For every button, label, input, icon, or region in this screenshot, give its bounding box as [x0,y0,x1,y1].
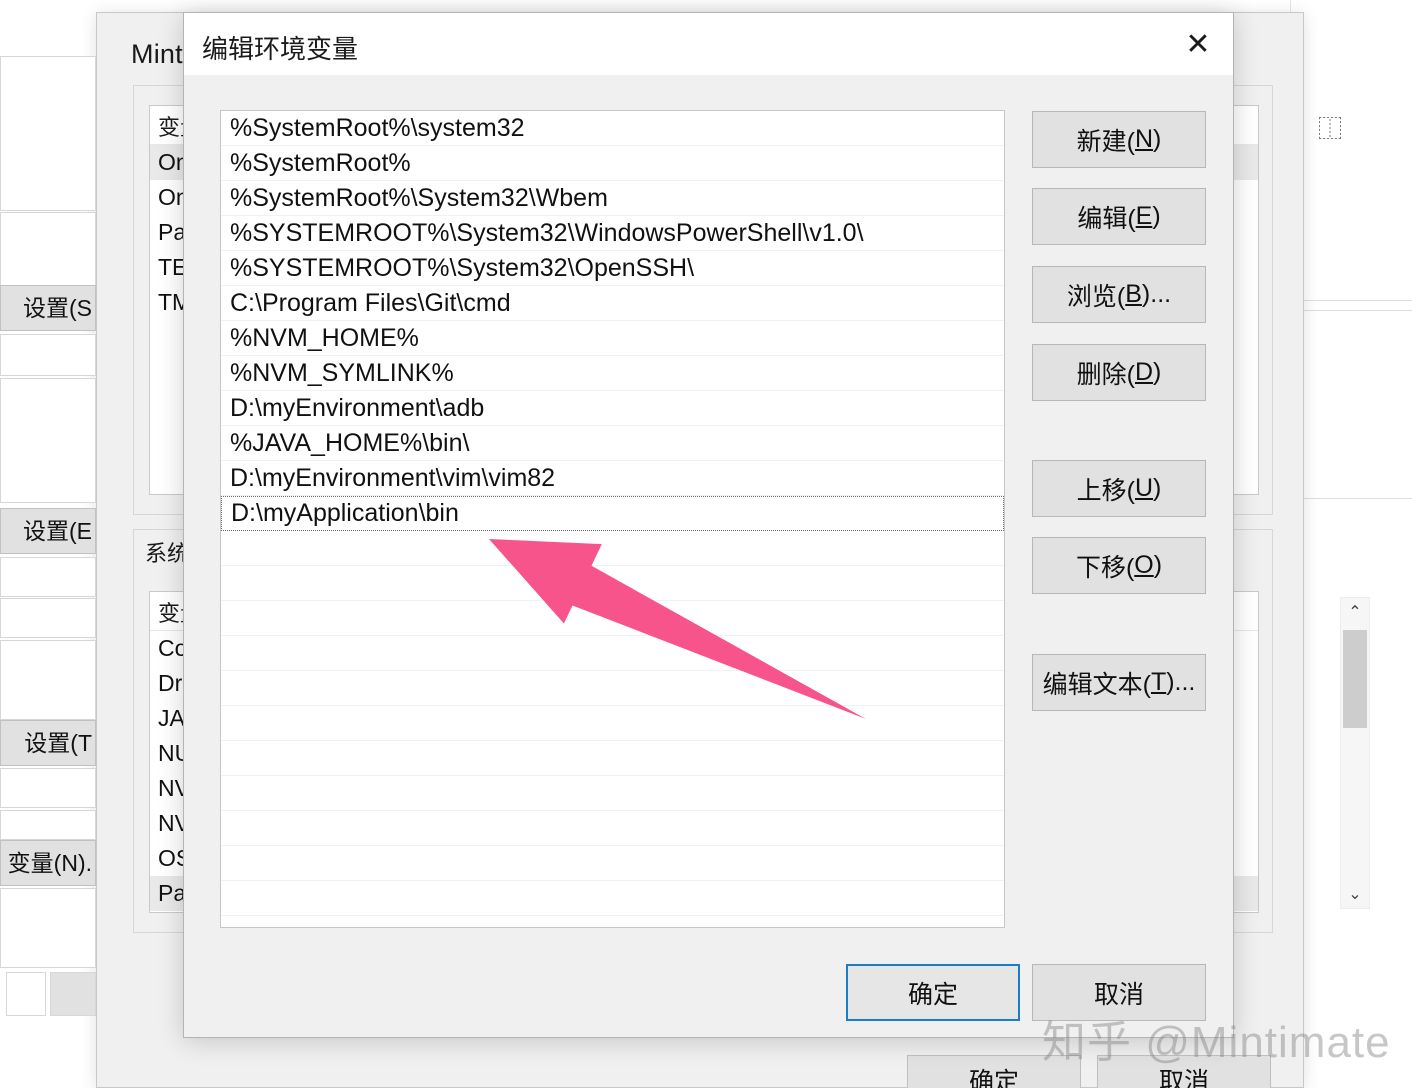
delete-button[interactable]: 删除(D) [1032,344,1206,401]
path-entry-row-empty[interactable] [221,706,1004,741]
screen: ⿰ Minti 变量 On On Pat TEM TM 系统变 变量 Co Dr… [0,0,1412,1088]
left-strip-button-2[interactable]: 设置(E [0,508,96,554]
left-strip-field-5[interactable] [0,557,96,597]
ok-button[interactable]: 确定 [846,964,1020,1021]
path-entry-row[interactable]: D:\myApplication\bin [221,496,1004,531]
path-entry-row[interactable]: D:\myEnvironment\vim\vim82 [221,461,1004,496]
button-label-suffix: ) [1153,125,1162,153]
button-accelerator: T [1150,668,1167,696]
path-entry-row[interactable]: %SystemRoot%\System32\Wbem [221,181,1004,216]
left-strip-field-6[interactable] [0,598,96,638]
path-entry-row[interactable]: C:\Program Files\Git\cmd [221,286,1004,321]
path-entry-row-empty[interactable] [221,846,1004,881]
left-strip-field-3[interactable] [0,334,96,376]
desktop-right-panel [1290,0,1412,1088]
environment-variables-window-title: Minti [131,39,190,69]
button-label-suffix: ) [1153,474,1162,502]
scrollbar-thumb[interactable] [1343,630,1367,728]
button-accelerator: U [1134,474,1154,502]
desktop-divider-1 [1290,300,1412,301]
left-strip-field-1[interactable] [0,56,96,211]
path-entry-row[interactable]: %SYSTEMROOT%\System32\OpenSSH\ [221,251,1004,286]
button-label-suffix: ) [1152,202,1161,230]
edit-text-button[interactable]: 编辑文本(T)... [1032,654,1206,711]
edit-environment-variable-dialog: 编辑环境变量 ✕ %SystemRoot%\system32 %SystemRoo… [183,12,1234,1038]
scroll-up-arrow-icon[interactable]: ⌃ [1341,598,1369,626]
new-button[interactable]: 新建(N) [1032,111,1206,168]
path-entry-row[interactable]: %JAVA_HOME%\bin\ [221,426,1004,461]
left-strip-field-9[interactable] [0,810,96,840]
desktop-divider-3 [1290,498,1412,499]
left-strip-field-12[interactable] [50,972,96,1016]
button-label: 编辑文本( [1042,670,1151,699]
button-label: 删除( [1076,360,1135,389]
button-accelerator: D [1134,358,1154,386]
close-icon[interactable]: ✕ [1163,13,1233,75]
button-label-suffix: )... [1166,668,1196,696]
button-label: 下移( [1075,553,1135,582]
path-entry-row-empty[interactable] [221,531,1004,566]
left-strip-field-10[interactable] [0,888,96,968]
browse-button[interactable]: 浏览(B)... [1032,266,1206,323]
left-strip-button-1[interactable]: 设置(S [0,285,96,331]
button-accelerator: N [1134,125,1154,153]
scroll-down-arrow-icon[interactable]: ⌄ [1341,880,1369,908]
left-strip-button-3[interactable]: 设置(T [0,720,96,766]
move-up-button[interactable]: 上移(U) [1032,460,1206,517]
path-entry-row[interactable]: %NVM_SYMLINK% [221,356,1004,391]
button-label-suffix: ) [1153,358,1162,386]
path-entry-row[interactable]: %SYSTEMROOT%\System32\WindowsPowerShell\… [221,216,1004,251]
desktop-divider-2 [1290,310,1412,311]
button-label: 上移( [1076,476,1135,505]
path-entry-row[interactable]: D:\myEnvironment\adb [221,391,1004,426]
left-strip-button-4[interactable]: 变量(N). [0,840,96,886]
path-entry-row-empty[interactable] [221,566,1004,601]
path-entry-row[interactable]: %NVM_HOME% [221,321,1004,356]
left-strip-field-11[interactable] [6,972,46,1016]
left-strip-field-7[interactable] [0,640,96,720]
path-entry-row-empty[interactable] [221,811,1004,846]
button-label-suffix: )... [1141,280,1172,308]
path-entry-row-empty[interactable] [221,636,1004,671]
desktop-glyph-icon: ⿰ [1318,116,1342,143]
path-entry-row-empty[interactable] [221,741,1004,776]
left-strip-field-4[interactable] [0,378,96,503]
button-label: 编辑( [1077,204,1136,233]
path-entry-row-empty[interactable] [221,601,1004,636]
system-variables-scrollbar[interactable]: ⌃ ⌄ [1340,597,1370,909]
watermark: 知乎 @Mintimate [1042,1018,1391,1067]
button-accelerator: E [1135,202,1153,230]
button-label: 新建( [1076,127,1135,156]
path-entry-row-empty[interactable] [221,671,1004,706]
button-accelerator: O [1134,551,1154,579]
path-entry-row-empty[interactable] [221,776,1004,811]
left-strip-field-8[interactable] [0,768,96,808]
path-entries-list[interactable]: %SystemRoot%\system32 %SystemRoot% %System… [220,110,1005,928]
move-down-button[interactable]: 下移(O) [1032,537,1206,594]
button-accelerator: B [1125,280,1142,308]
edit-button[interactable]: 编辑(E) [1032,188,1206,245]
path-entry-row-empty[interactable] [221,881,1004,916]
button-label: 浏览( [1066,282,1126,311]
dialog-title: 编辑环境变量 [202,34,359,64]
button-label-suffix: ) [1153,551,1163,579]
path-entry-row[interactable]: %SystemRoot%\system32 [221,111,1004,146]
path-entry-row[interactable]: %SystemRoot% [221,146,1004,181]
